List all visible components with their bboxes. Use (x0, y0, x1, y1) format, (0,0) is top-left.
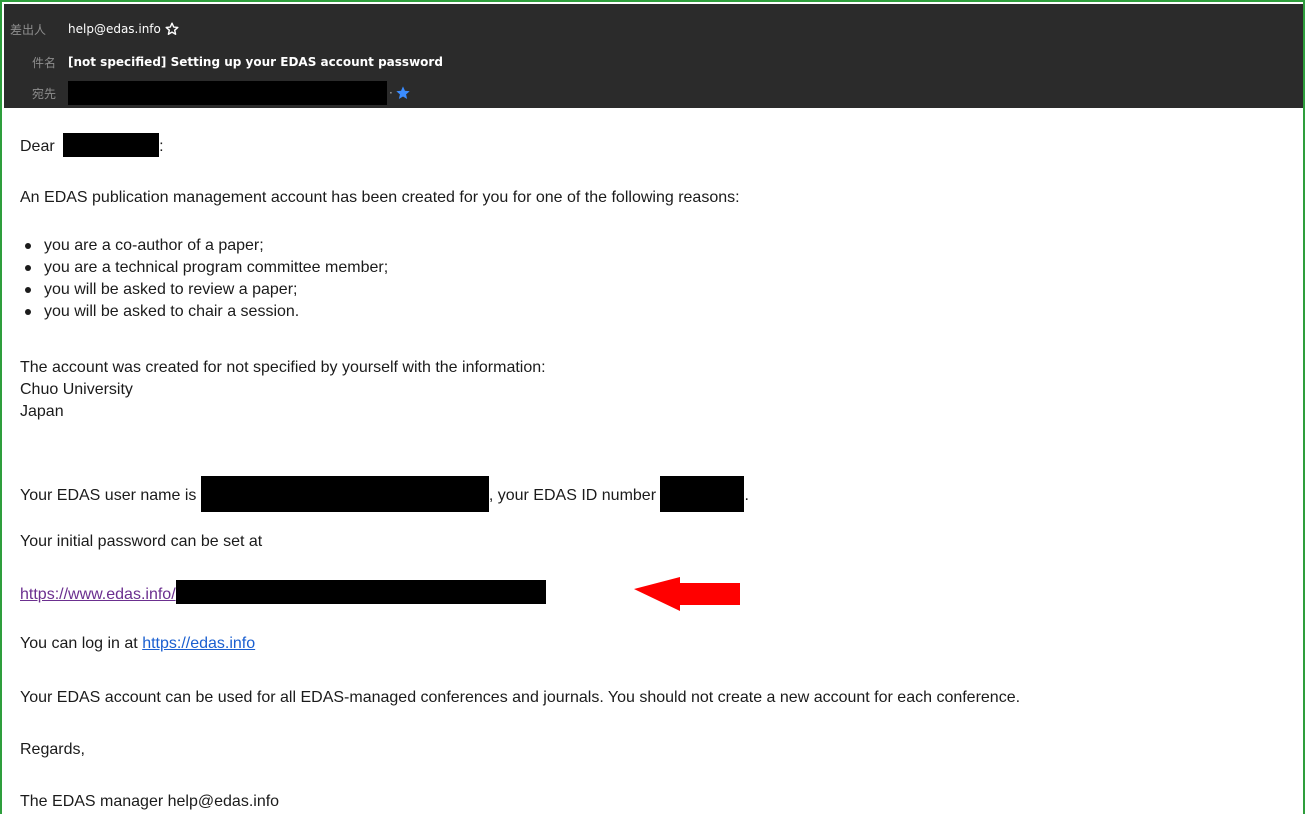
red-left-arrow (634, 577, 740, 611)
subject-row: 件名 [not specified] Setting up your EDAS … (4, 49, 443, 75)
login-prefix: You can log in at (20, 635, 138, 652)
regards-text: Regards, (20, 741, 85, 758)
password-link-line: https://www.edas.info/ (20, 580, 546, 607)
affiliation-text: Chuo University (20, 381, 133, 398)
intro-text: An EDAS publication management account h… (20, 189, 740, 206)
login-line: You can log in at https://edas.info (20, 632, 255, 656)
bullet-icon (25, 309, 31, 315)
email-window: 差出人 help@edas.info 件名 [not specified] Se… (0, 0, 1305, 814)
usage-note: Your EDAS account can be used for all ED… (20, 689, 1021, 706)
bullet-icon (25, 287, 31, 293)
redacted-name (63, 133, 160, 157)
email-header: 差出人 help@edas.info 件名 [not specified] Se… (4, 4, 1303, 108)
list-item: you are a co-author of a paper; (25, 234, 264, 258)
to-separator: · (389, 86, 393, 100)
password-link-text: https://www.edas.info/ (20, 586, 176, 603)
login-link[interactable]: https://edas.info (142, 635, 255, 652)
from-row: 差出人 help@edas.info (4, 16, 179, 42)
created-for-text: The account was created for not specifie… (20, 359, 546, 376)
subject-label: 件名 (32, 55, 57, 70)
greeting-prefix: Dear (20, 138, 55, 155)
greeting-suffix: : (159, 138, 164, 155)
country-text: Japan (20, 403, 64, 420)
password-setup-link[interactable]: https://www.edas.info/ (20, 580, 546, 604)
username-line: Your EDAS user name is , your EDAS ID nu… (20, 476, 749, 512)
redacted-id-number (660, 476, 745, 512)
list-item: you will be asked to review a paper; (25, 278, 298, 302)
redacted-recipient (68, 81, 387, 105)
from-address[interactable]: help@edas.info (68, 22, 161, 36)
list-item-text: you will be asked to review a paper; (44, 281, 298, 298)
list-item: you are a technical program committee me… (25, 256, 389, 280)
list-item-text: you are a co-author of a paper; (44, 237, 264, 254)
username-suffix: . (744, 487, 749, 504)
redacted-username (200, 476, 489, 512)
password-intro: Your initial password can be set at (20, 533, 263, 550)
redacted-link-token (175, 580, 546, 604)
bullet-icon (25, 265, 31, 271)
from-label: 差出人 (10, 22, 47, 37)
list-item-text: you are a technical program committee me… (44, 259, 389, 276)
subject-text: [not specified] Setting up your EDAS acc… (68, 55, 443, 69)
greeting: Dear : (20, 133, 164, 159)
star-outline-icon[interactable] (165, 22, 179, 36)
bullet-icon (25, 243, 31, 249)
star-filled-icon[interactable] (395, 85, 411, 101)
signature-text: The EDAS manager help@edas.info (20, 793, 280, 810)
username-mid: , your EDAS ID number (488, 487, 657, 504)
to-label: 宛先 (32, 86, 57, 101)
username-prefix: Your EDAS user name is (20, 487, 197, 504)
to-row: 宛先 · (4, 80, 411, 106)
list-item-text: you will be asked to chair a session. (44, 303, 300, 320)
list-item: you will be asked to chair a session. (25, 300, 300, 324)
